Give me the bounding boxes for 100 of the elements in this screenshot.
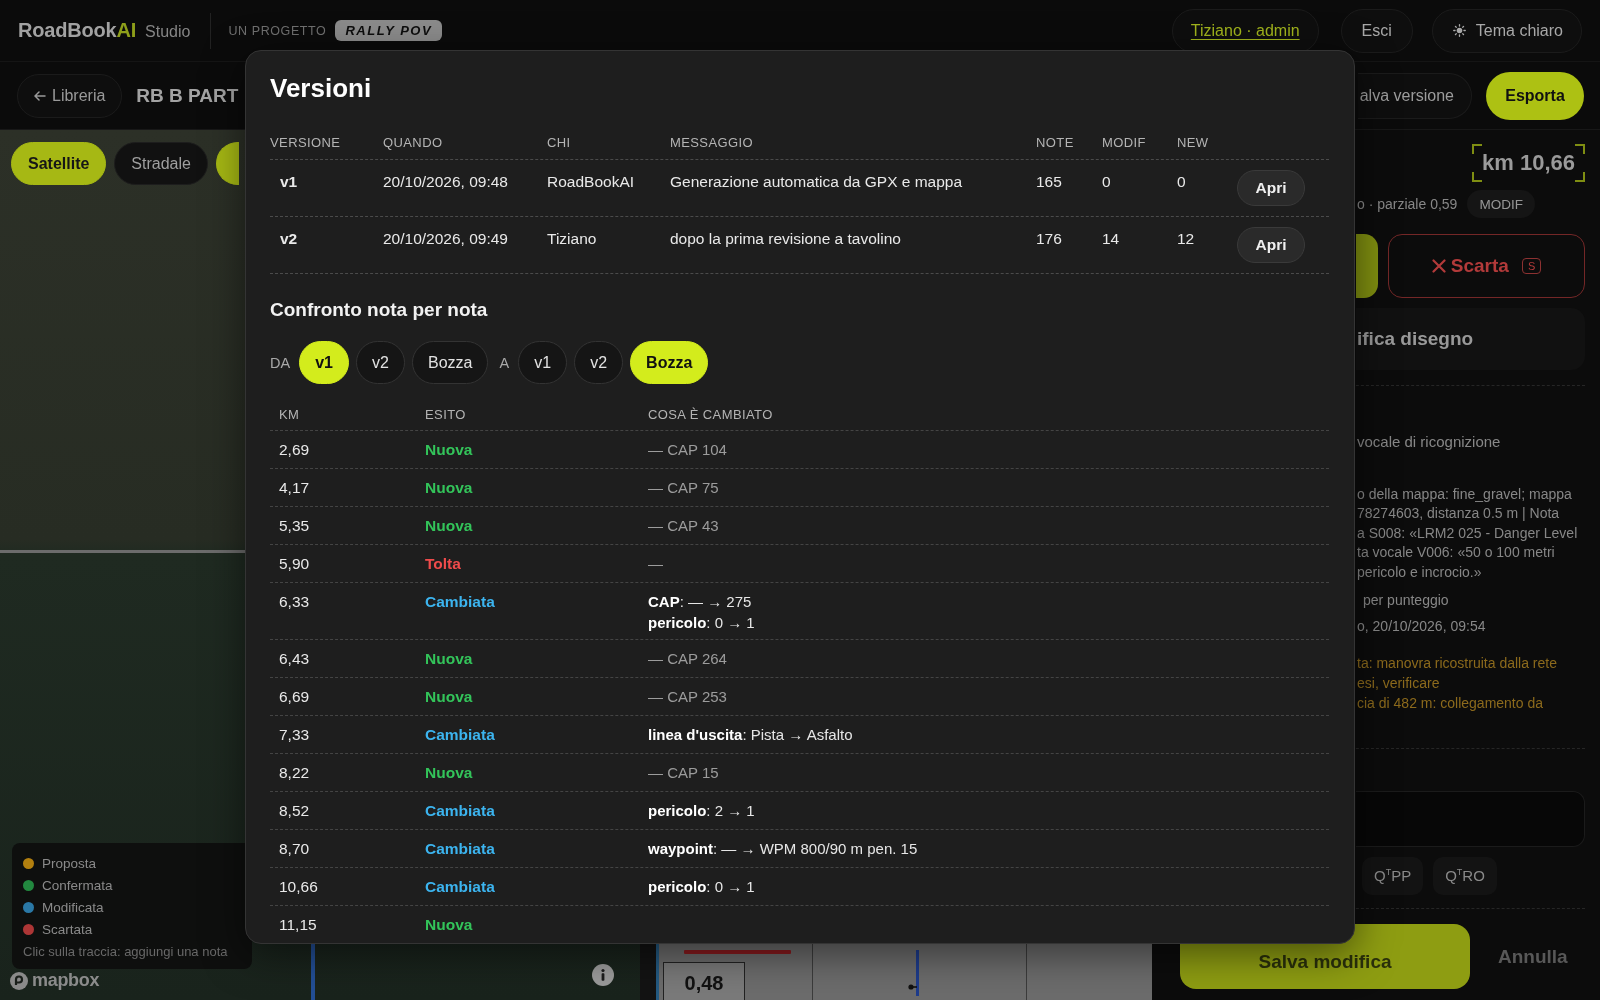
table-cell-text: 6,33 xyxy=(278,592,311,611)
change-text: — CAP 15 xyxy=(648,763,720,782)
note-description-line: ta vocale V006: «50 o 100 metri xyxy=(1357,543,1556,563)
logout-button[interactable]: Esci xyxy=(1340,8,1413,53)
table-cell-text: Tolta xyxy=(424,554,462,573)
section-title: Confronto nota per nota xyxy=(270,298,489,322)
theme-button[interactable]: Tema chiaro xyxy=(1431,8,1582,53)
table-cell-text: Generazione automatica da GPX e mappa xyxy=(670,172,964,192)
legend-label: Scartata xyxy=(42,921,93,937)
column-header: COSA È CAMBIATO xyxy=(647,406,774,422)
quick-note-button[interactable]: Q$^{T}$PP xyxy=(1362,856,1424,895)
table-cell-text: 5,90 xyxy=(278,554,311,573)
score-note: per punteggio xyxy=(1362,590,1450,610)
table-cell-text: v1 xyxy=(279,172,299,192)
column-header: ESITO xyxy=(424,406,467,422)
quick-note-button[interactable]: Q$^{T}$RO xyxy=(1433,856,1497,895)
project-label: UN PROGETTO xyxy=(228,23,327,38)
table-cell-text: 14 xyxy=(1102,229,1121,249)
table-cell-text: Cambiata xyxy=(424,877,496,896)
change-text: — CAP 264 xyxy=(648,649,728,668)
info-icon[interactable] xyxy=(592,964,614,986)
note-description-line: 78274603, distanza 0.5 m | Nota xyxy=(1357,504,1561,524)
version-chip[interactable]: Bozza xyxy=(630,341,709,384)
table-cell-text: dopo la prima revisione a tavolino xyxy=(670,229,902,249)
version-chip[interactable]: Bozza xyxy=(411,341,489,384)
map-attribution[interactable]: mapbox xyxy=(32,970,100,991)
change-text: — CAP 104 xyxy=(648,440,728,459)
table-cell-text: Tiziano xyxy=(547,229,598,249)
table-cell-text: 8,22 xyxy=(278,763,311,782)
change-text: — xyxy=(648,554,664,573)
open-button[interactable]: Apri xyxy=(1237,170,1305,206)
change-text: — CAP 43 xyxy=(648,516,720,535)
version-chip[interactable]: v1 xyxy=(518,341,568,384)
table-cell-text: 8,70 xyxy=(278,839,311,858)
table-cell-text: Nuova xyxy=(424,915,474,934)
version-chip[interactable]: v2 xyxy=(574,341,624,384)
table-cell-text: Nuova xyxy=(424,440,474,459)
change-text: — CAP 75 xyxy=(648,478,720,497)
export-button[interactable]: Esporta xyxy=(1486,71,1584,120)
column-header: VERSIONE xyxy=(270,135,342,150)
column-header: CHI xyxy=(547,135,572,150)
table-cell-text: 12 xyxy=(1177,229,1196,249)
edit-drawing-button[interactable]: ifica disegno xyxy=(1356,308,1585,370)
tulip-diagram xyxy=(908,950,922,996)
note-description-line: pericolo e incrocio.» xyxy=(1357,562,1483,582)
table-cell-text: 7,33 xyxy=(278,725,311,744)
compare-to-label: A xyxy=(499,354,510,371)
shortcut-key: S xyxy=(1521,258,1542,274)
column-header: KM xyxy=(278,406,301,422)
table-cell-text: Cambiata xyxy=(424,801,496,820)
table-cell-text: Cambiata xyxy=(424,725,496,744)
version-chip[interactable]: v1 xyxy=(299,341,349,384)
warning-text: ta: manovra ricostruita dalla rete xyxy=(1357,653,1558,673)
cross-icon xyxy=(1431,259,1446,273)
change-text: waypoint: — → WPM 800/90 m pen. 15 xyxy=(648,839,919,858)
table-cell-text: Cambiata xyxy=(424,592,496,611)
legend-label: Proposta xyxy=(42,855,97,871)
table-cell-text: 6,69 xyxy=(278,687,311,706)
dialog-title: Versioni xyxy=(270,72,373,105)
table-cell-text: 176 xyxy=(1036,229,1063,249)
column-header: MODIF xyxy=(1102,135,1147,150)
warning-text: cia di 482 m: collegamento da xyxy=(1357,693,1544,713)
legend-hint: Clic sulla traccia: aggiungi una nota xyxy=(23,944,229,959)
save-version-button[interactable]: alva versione xyxy=(1357,72,1472,119)
sun-icon xyxy=(1452,24,1466,37)
km-reading: km 10,66 xyxy=(1472,144,1585,182)
table-cell-text: 8,52 xyxy=(278,801,311,820)
note-source: vocale di ricognizione xyxy=(1356,432,1502,452)
column-header: QUANDO xyxy=(383,135,444,150)
legend-label: Modificata xyxy=(42,899,104,915)
legend-label: Confermata xyxy=(42,877,113,893)
arrow-left-icon xyxy=(34,90,46,101)
back-button[interactable]: Libreria xyxy=(17,73,123,118)
table-cell-text: v2 xyxy=(279,229,299,249)
table-cell-text: 4,17 xyxy=(278,478,311,497)
change-text: linea d'uscita: Pista → Asfalto xyxy=(648,725,854,744)
column-header: NOTE xyxy=(1036,135,1075,150)
brand-subtitle: Studio xyxy=(145,22,191,41)
note-input-field[interactable] xyxy=(1356,790,1585,847)
table-cell-text: 2,69 xyxy=(278,440,311,459)
column-header: NEW xyxy=(1177,135,1210,150)
change-text: CAP: — → 275 xyxy=(648,592,753,611)
table-cell-text: Nuova xyxy=(424,687,474,706)
change-text: — CAP 253 xyxy=(648,687,728,706)
table-cell-text: 10,66 xyxy=(278,877,319,896)
change-text: pericolo: 2 → 1 xyxy=(648,801,756,820)
table-cell-text: RoadBookAI xyxy=(547,172,636,192)
distance-box: 0,48 xyxy=(663,962,745,1000)
table-cell-text: Nuova xyxy=(424,649,474,668)
partial-distance: o · parziale 0,59 xyxy=(1357,196,1458,212)
status-badge: MODIF xyxy=(1467,190,1535,218)
version-chip[interactable]: v2 xyxy=(355,341,405,384)
open-button[interactable]: Apri xyxy=(1237,227,1305,263)
brand-logo: RoadBookAI xyxy=(18,19,136,42)
map-layer-tab[interactable]: Stradale xyxy=(114,142,208,185)
column-header: MESSAGGIO xyxy=(670,135,755,150)
action-button[interactable] xyxy=(1356,234,1378,298)
user-link[interactable]: Tiziano · admin xyxy=(1171,8,1319,53)
table-cell-text: 6,43 xyxy=(278,649,311,668)
table-cell-text: 5,35 xyxy=(278,516,311,535)
